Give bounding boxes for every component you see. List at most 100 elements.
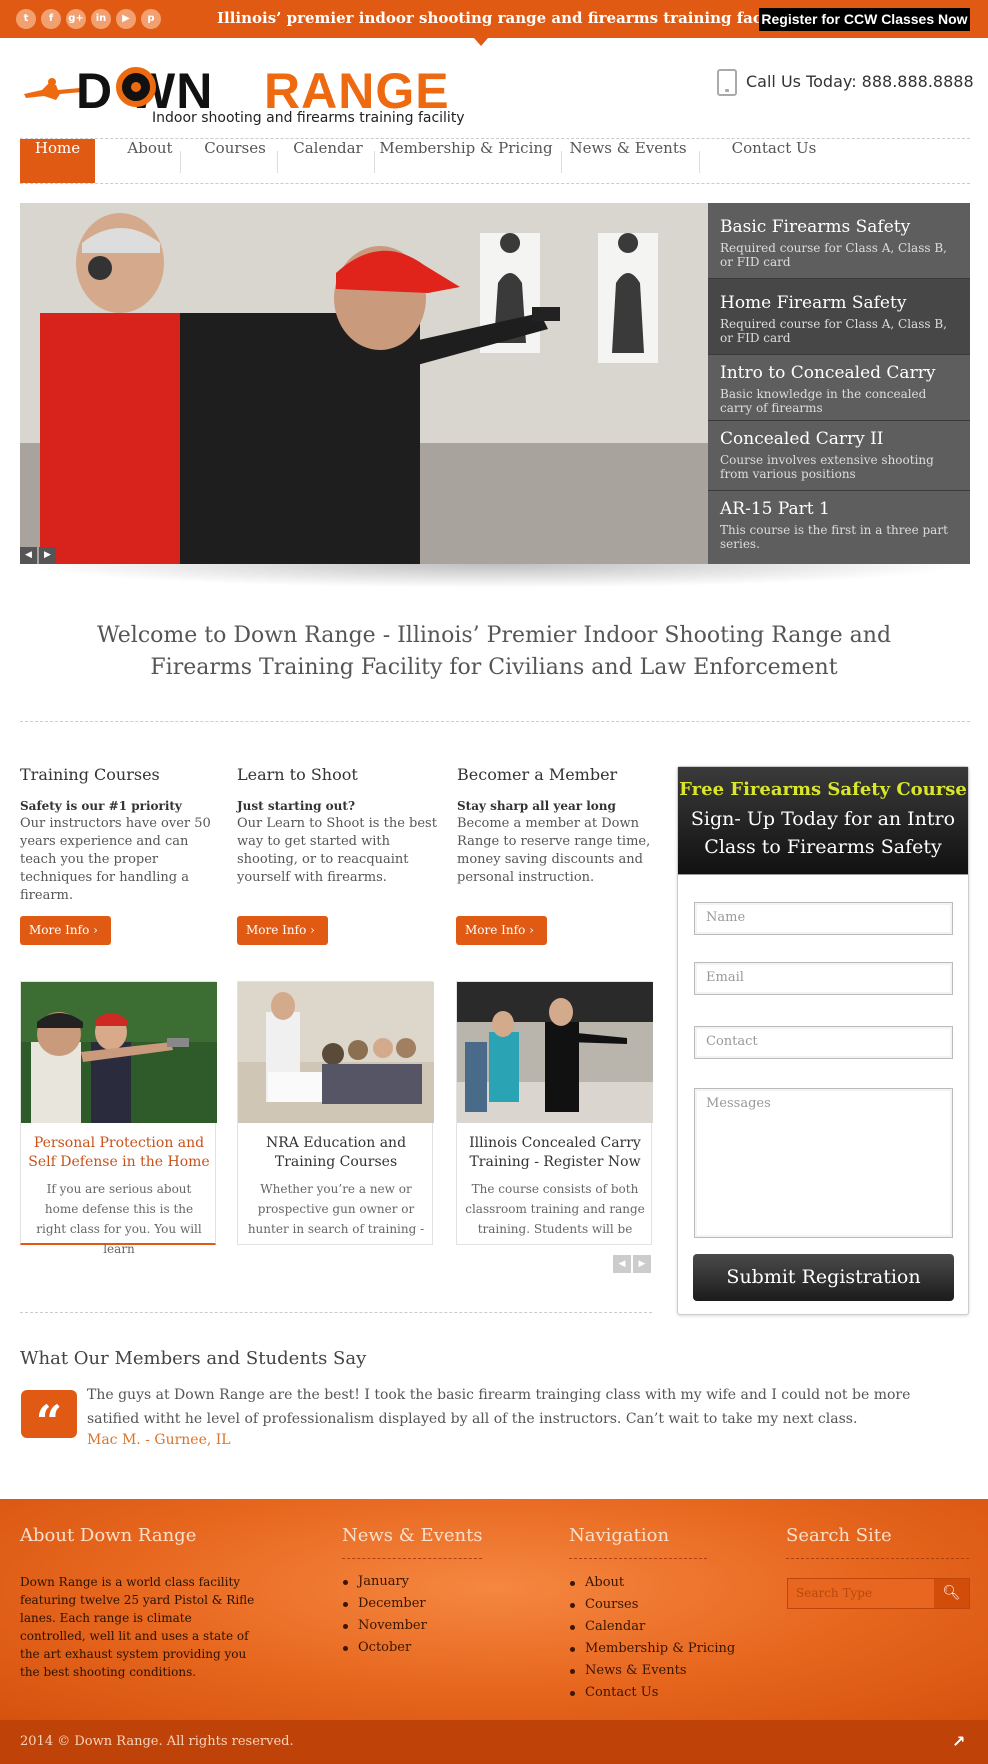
youtube-icon[interactable]: ▶ [116, 9, 136, 29]
nav-divider [180, 151, 181, 173]
feature-title: Becomer a Member [457, 765, 618, 784]
form-free-course-title: Free Firearms Safety Course [679, 779, 967, 800]
more-info-button[interactable]: More Info › [456, 916, 547, 945]
footer-nav-list: About Courses Calendar Membership & Pric… [569, 1572, 735, 1704]
footer-nav-item[interactable]: Membership & Pricing [569, 1638, 735, 1660]
slide-title: Intro to Concealed Carry [720, 363, 936, 383]
card-image [21, 982, 217, 1123]
footer-heading-underline [786, 1558, 969, 1559]
footer-about-heading: About Down Range [20, 1525, 197, 1546]
hero-slider: Basic Firearms Safety Required course fo… [20, 203, 970, 564]
feature-title: Learn to Shoot [237, 765, 358, 784]
more-info-button[interactable]: More Info › [237, 916, 328, 945]
bottom-bar: 2014 © Down Range. All rights reserved. … [0, 1720, 988, 1764]
more-info-button[interactable]: More Info › [20, 916, 111, 945]
copyright-text: 2014 © Down Range. All rights reserved. [20, 1734, 294, 1749]
footer-nav-item[interactable]: News & Events [569, 1660, 735, 1682]
name-field[interactable]: Name [694, 902, 953, 935]
slide-desc: This course is the first in a three part… [720, 523, 948, 551]
feature-subtitle: Safety is our #1 priority [20, 799, 182, 813]
testimonial-text: The guys at Down Range are the best! I t… [87, 1387, 911, 1427]
top-bar: t f g+ in ▶ p Illinois’ premier indoor s… [0, 0, 988, 38]
nav-news-events[interactable]: News & Events [566, 139, 690, 183]
nav-courses[interactable]: Courses [185, 139, 285, 183]
google-plus-icon[interactable]: g+ [66, 9, 86, 29]
card-title[interactable]: Personal Protection and Self Defense in … [27, 1134, 211, 1172]
slide-desc: Course involves extensive shooting from … [720, 453, 934, 481]
slide-title: Concealed Carry II [720, 429, 884, 449]
divider [20, 721, 970, 722]
feature-text: Our instructors have over 50 years exper… [20, 816, 211, 903]
slide-desc: Basic knowledge in the concealed carry o… [720, 387, 927, 415]
messages-field[interactable]: Messages [694, 1088, 953, 1238]
feature-title: Training Courses [20, 765, 160, 784]
nav-divider [699, 151, 700, 173]
welcome-heading: Welcome to Down Range - Illinois’ Premie… [96, 623, 892, 680]
facebook-icon[interactable]: f [41, 9, 61, 29]
search-icon[interactable]: 🔍︎ [934, 1579, 969, 1608]
footer-news-heading: News & Events [342, 1525, 483, 1546]
slide-desc: Required course for Class A, Class B, or… [720, 241, 947, 269]
registration-form: Free Firearms Safety Course Sign- Up Tod… [677, 766, 969, 1315]
pinterest-icon[interactable]: p [141, 9, 161, 29]
feature-subtitle: Just starting out? [237, 799, 355, 813]
feature-text: Become a member at Down Range to reserve… [457, 816, 651, 885]
search-input[interactable]: Search Type [788, 1579, 934, 1608]
submit-registration-button[interactable]: Submit Registration [693, 1254, 954, 1301]
footer-nav-heading: Navigation [569, 1525, 670, 1546]
slide-title: Basic Firearms Safety [720, 217, 911, 237]
contact-field[interactable]: Contact [694, 1026, 953, 1059]
slide-item-intro-concealed[interactable]: Intro to Concealed Carry Basic knowledge… [708, 355, 970, 421]
form-signup-text: Sign- Up Today for an Intro Class to Fir… [690, 808, 956, 858]
linkedin-icon[interactable]: in [91, 9, 111, 29]
card-title[interactable]: NRA Education and Training Courses [244, 1134, 428, 1172]
slider-prev-icon[interactable]: ◀ [20, 547, 37, 564]
nav-membership-pricing[interactable]: Membership & Pricing [376, 139, 556, 183]
slide-item-ar15[interactable]: AR-15 Part 1 This course is the first in… [708, 491, 970, 564]
topbar-notch [474, 38, 488, 46]
feature-subtitle: Stay sharp all year long [457, 799, 616, 813]
nav-home[interactable]: Home [20, 139, 95, 183]
slider-shadow [20, 564, 970, 588]
card-concealed-carry[interactable]: Illinois Concealed Carry Training - Regi… [456, 981, 653, 1245]
phone-number[interactable]: Call Us Today: 888.888.8888 [746, 72, 974, 91]
quote-icon: “ [21, 1390, 77, 1449]
card-title[interactable]: Illinois Concealed Carry Training - Regi… [463, 1134, 647, 1172]
card-text: Whether you’re a new or prospective gun … [247, 1182, 425, 1236]
footer-news-item[interactable]: January [342, 1571, 427, 1593]
footer-heading-underline [342, 1558, 482, 1559]
nav-calendar[interactable]: Calendar [278, 139, 378, 183]
cards-prev-icon[interactable]: ◀ [613, 1255, 631, 1273]
footer-news-list: January December November October [342, 1571, 427, 1659]
ccw-register-button[interactable]: Register for CCW Classes Now [759, 8, 970, 31]
tagline: Illinois’ premier indoor shooting range … [217, 9, 795, 27]
footer-news-item[interactable]: November [342, 1615, 427, 1637]
main-nav: Home About Courses Calendar Membership &… [20, 138, 970, 184]
footer: About Down Range Down Range is a world c… [0, 1499, 988, 1720]
card-personal-protection[interactable]: Personal Protection and Self Defense in … [20, 981, 217, 1256]
cards-next-icon[interactable]: ▶ [633, 1255, 651, 1273]
twitter-icon[interactable]: t [16, 9, 36, 29]
email-field[interactable]: Email [694, 962, 953, 995]
slider-next-icon[interactable]: ▶ [39, 547, 56, 564]
slide-item-home-safety[interactable]: Home Firearm Safety Required course for … [708, 279, 970, 355]
logo-target-icon [116, 67, 156, 107]
testimonial-author: Mac M. - Gurnee, IL [87, 1432, 231, 1448]
footer-news-item[interactable]: October [342, 1637, 427, 1659]
footer-nav-item[interactable]: About [569, 1572, 735, 1594]
footer-nav-item[interactable]: Contact Us [569, 1682, 735, 1704]
slide-desc: Required course for Class A, Class B, or… [720, 317, 947, 345]
footer-nav-item[interactable]: Courses [569, 1594, 735, 1616]
footer-nav-item[interactable]: Calendar [569, 1616, 735, 1638]
slide-item-concealed-2[interactable]: Concealed Carry II Course involves exten… [708, 421, 970, 491]
slide-item-basic-safety[interactable]: Basic Firearms Safety Required course fo… [708, 203, 970, 279]
back-to-top-icon[interactable]: ↗ [952, 1732, 965, 1751]
card-text: If you are serious about home defense th… [36, 1182, 202, 1256]
slide-title: AR-15 Part 1 [720, 499, 830, 519]
nav-contact-us[interactable]: Contact Us [702, 139, 846, 183]
footer-news-item[interactable]: December [342, 1593, 427, 1615]
card-nra-education[interactable]: NRA Education and Training Courses Wheth… [237, 981, 434, 1245]
testimonials-heading: What Our Members and Students Say [20, 1348, 367, 1369]
phone-icon [717, 69, 737, 96]
card-text: The course consists of both classroom tr… [465, 1182, 645, 1236]
